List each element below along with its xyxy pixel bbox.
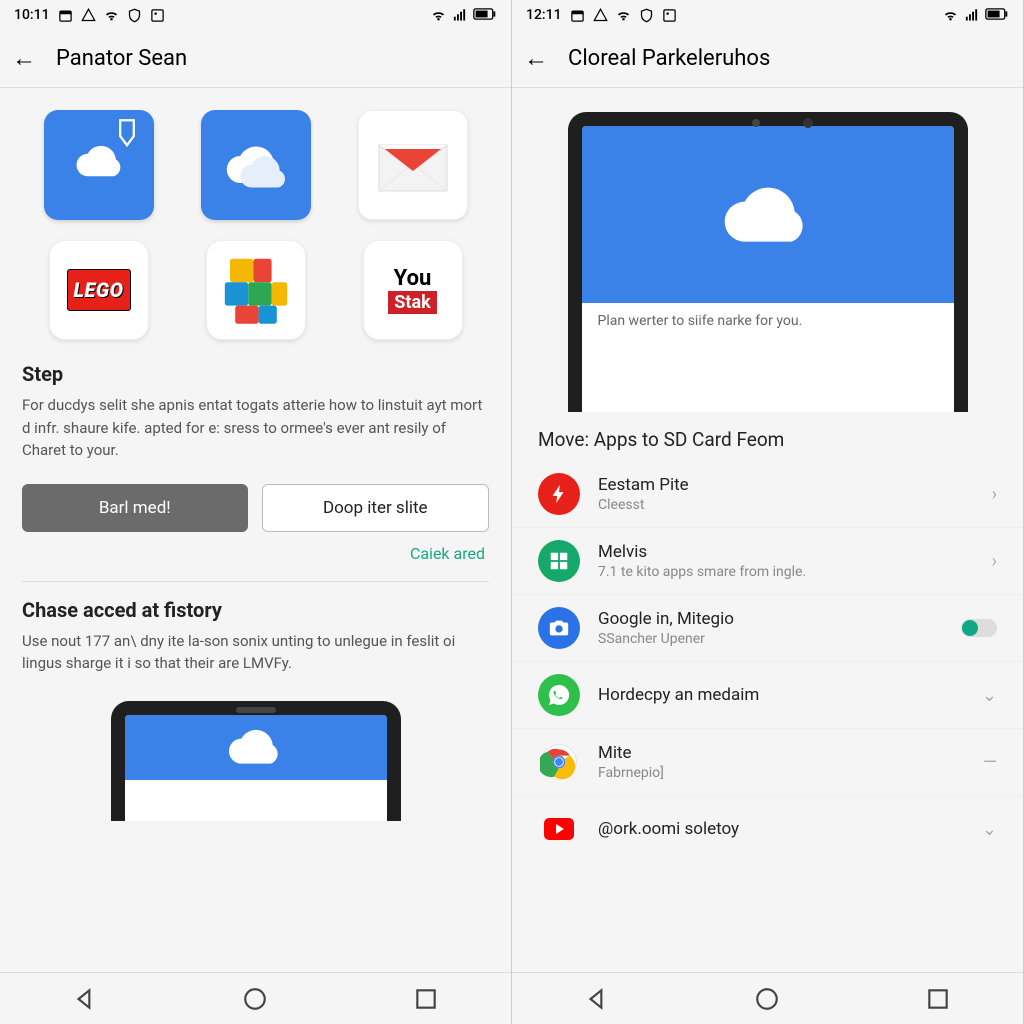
chrome-icon <box>538 741 580 783</box>
list-item[interactable]: Melvis 7.1 te kito apps smare from ingle… <box>512 528 1023 595</box>
page-title: Cloreal Parkeleruhos <box>568 46 770 71</box>
battery-icon <box>473 8 497 23</box>
button-row: Barl med! Doop iter slite <box>0 474 511 538</box>
chevron-down-icon: ⌄ <box>982 685 997 706</box>
wifi-signal-icon <box>943 8 958 23</box>
history-section: Chase acced at fistory Use nout 177 an\ … <box>0 586 511 687</box>
status-bar: 12:11 <box>512 0 1023 30</box>
divider <box>22 581 489 582</box>
battery-icon <box>985 8 1009 23</box>
list-item-title: Eestam Pite <box>598 475 974 495</box>
list-item-text: @ork.oomi soletoy <box>598 819 964 839</box>
status-time: 12:11 <box>526 7 562 23</box>
camera-icon <box>538 607 580 649</box>
app-youstak[interactable]: You Stak <box>363 240 463 340</box>
dash-icon: — <box>983 752 997 773</box>
list-item[interactable]: Eestam Pite Cleesst › <box>512 461 1023 528</box>
cell-signal-icon <box>452 8 467 23</box>
wifi-icon <box>104 8 119 23</box>
history-body: Use nout 177 an\ dny ite la-son sonix un… <box>22 630 489 675</box>
app-bar: ← Panator Sean <box>0 30 511 88</box>
youstak-bottom: Stak <box>388 291 436 314</box>
list-item[interactable]: @ork.oomi soletoy ⌄ <box>512 796 1023 862</box>
image-icon <box>662 8 677 23</box>
back-button[interactable]: ← <box>524 44 548 73</box>
shield-icon <box>639 8 654 23</box>
secondary-button[interactable]: Doop iter slite <box>262 484 490 532</box>
hero-cloud-icon <box>582 126 954 303</box>
youtube-icon <box>538 808 580 850</box>
list-item-text: Hordecpy an medaim <box>598 685 964 705</box>
list-heading: Move: Apps to SD Card Feom <box>512 412 1023 461</box>
nav-home[interactable] <box>242 986 268 1012</box>
app-cloud[interactable] <box>201 110 311 220</box>
toggle-switch[interactable] <box>961 619 997 637</box>
nav-back[interactable] <box>72 986 98 1012</box>
chevron-down-icon: ⌄ <box>982 819 997 840</box>
chevron-right-icon: › <box>992 551 997 572</box>
hero-caption: Plan werter to siife narke for you. <box>582 303 954 339</box>
list-item-title: Mite <box>598 743 965 763</box>
list-item-text: Melvis 7.1 te kito apps smare from ingle… <box>598 542 974 580</box>
bolt-icon <box>538 473 580 515</box>
warning-icon <box>81 8 96 23</box>
wifi-icon <box>616 8 631 23</box>
primary-button[interactable]: Barl med! <box>22 484 248 532</box>
list-item-subtitle: SSancher Upener <box>598 631 943 647</box>
app-lego[interactable]: LEGO <box>49 240 149 340</box>
back-button[interactable]: ← <box>12 44 36 73</box>
app-bar: ← Cloreal Parkeleruhos <box>512 30 1023 88</box>
cell-signal-icon <box>964 8 979 23</box>
nav-recent[interactable] <box>925 986 951 1012</box>
list-item[interactable]: Google in, Mitegio SSancher Upener <box>512 595 1023 662</box>
grid-icon <box>538 540 580 582</box>
nav-recent[interactable] <box>413 986 439 1012</box>
app-grid: LEGO You Stak <box>0 88 511 350</box>
page-title: Panator Sean <box>56 46 187 71</box>
content: LEGO You Stak Step For ducdys selit she … <box>0 88 511 972</box>
list-item-title: Google in, Mitegio <box>598 609 943 629</box>
step-section: Step For ducdys selit she apnis entat to… <box>0 350 511 474</box>
step-body: For ducdys selit she apnis entat togats … <box>22 394 489 462</box>
warning-icon <box>593 8 608 23</box>
calendar-icon <box>58 8 73 23</box>
status-bar: 10:11 <box>0 0 511 30</box>
list-item-title: Hordecpy an medaim <box>598 685 964 705</box>
phone-left: 10:11 ← Panator Sean <box>0 0 512 1024</box>
list-item[interactable]: Hordecpy an medaim ⌄ <box>512 662 1023 729</box>
list-item-title: @ork.oomi soletoy <box>598 819 964 839</box>
list-item-text: Google in, Mitegio SSancher Upener <box>598 609 943 647</box>
list-item-subtitle: Fabrnepio] <box>598 765 965 781</box>
nav-bar <box>0 972 511 1024</box>
nav-home[interactable] <box>754 986 780 1012</box>
list-item-title: Melvis <box>598 542 974 562</box>
wifi-signal-icon <box>431 8 446 23</box>
youstak-top: You <box>388 266 436 291</box>
nav-bar <box>512 972 1023 1024</box>
phone-right: 12:11 ← Cloreal Parkeleruhos Plan werter… <box>512 0 1024 1024</box>
list-item-subtitle: Cleesst <box>598 497 974 513</box>
step-heading: Step <box>22 362 489 386</box>
list-item[interactable]: Mite Fabrnepio] — <box>512 729 1023 796</box>
list-item-text: Mite Fabrnepio] <box>598 743 965 781</box>
history-heading: Chase acced at fistory <box>22 598 489 622</box>
tertiary-link[interactable]: Caiek ared <box>0 538 511 577</box>
status-time: 10:11 <box>14 7 50 23</box>
list-item-subtitle: 7.1 te kito apps smare from ingle. <box>598 564 974 580</box>
app-cloud-download[interactable] <box>44 110 154 220</box>
whatsapp-icon <box>538 674 580 716</box>
list-item-text: Eestam Pite Cleesst <box>598 475 974 513</box>
app-blocks[interactable] <box>206 240 306 340</box>
app-list: Eestam Pite Cleesst › Melvis 7.1 te kito… <box>512 461 1023 862</box>
phone-mock-large: Plan werter to siife narke for you. <box>568 112 968 412</box>
nav-back[interactable] <box>584 986 610 1012</box>
calendar-icon <box>570 8 585 23</box>
phone-mock-small <box>111 701 401 821</box>
app-mail[interactable] <box>358 110 468 220</box>
shield-icon <box>127 8 142 23</box>
image-icon <box>150 8 165 23</box>
lego-label: LEGO <box>67 269 131 311</box>
chevron-right-icon: › <box>992 484 997 505</box>
content: Plan werter to siife narke for you. Move… <box>512 88 1023 972</box>
